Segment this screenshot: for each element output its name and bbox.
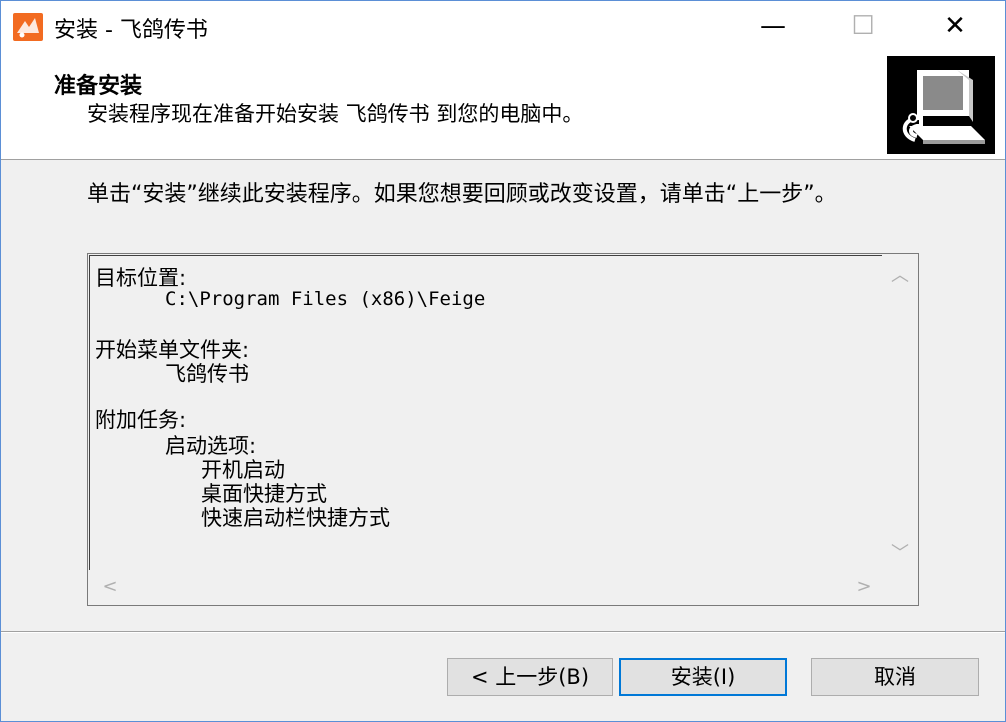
minimize-button[interactable]: — [727, 1, 819, 52]
scroll-up-icon[interactable]: ︿ [883, 259, 917, 293]
horizontal-scrollbar[interactable]: < > [89, 570, 883, 604]
app-icon [13, 13, 43, 41]
back-button[interactable]: < 上一步(B) [447, 658, 613, 696]
installer-window: 安装 - 飞鸽传书 — ☐ ✕ 准备安装 安装程序现在准备开始安装 飞鸽传书 到… [0, 0, 1006, 722]
footer-divider [1, 631, 1005, 633]
scroll-left-icon[interactable]: < [93, 570, 127, 604]
start-menu-value: 飞鸽传书 [165, 362, 249, 386]
memo-content: 目标位置: C:\Program Files (x86)\Feige 开始菜单文… [89, 255, 882, 571]
task-item: 快速启动栏快捷方式 [201, 506, 390, 530]
setup-computer-icon [887, 56, 995, 154]
ready-memo[interactable]: 目标位置: C:\Program Files (x86)\Feige 开始菜单文… [87, 253, 919, 606]
page-title: 准备安装 [54, 74, 143, 99]
destination-value: C:\Program Files (x86)\Feige [165, 288, 486, 310]
instruction-text: 单击“安装”继续此安装程序。如果您想要回顾或改变设置，请单击“上一步”。 [87, 182, 837, 207]
vertical-scrollbar[interactable]: ︿ ﹀ [883, 255, 917, 571]
scroll-down-icon[interactable]: ﹀ [883, 537, 917, 571]
cancel-button[interactable]: 取消 [811, 658, 979, 696]
scrollbar-corner [883, 570, 917, 604]
close-button[interactable]: ✕ [909, 1, 1001, 52]
title-bar[interactable]: 安装 - 飞鸽传书 — ☐ ✕ [1, 1, 1005, 52]
scroll-right-icon[interactable]: > [847, 570, 881, 604]
install-button[interactable]: 安装(I) [619, 658, 787, 696]
window-title: 安装 - 飞鸽传书 [54, 18, 208, 43]
maximize-button[interactable]: ☐ [817, 1, 909, 52]
page-subtitle: 安装程序现在准备开始安装 飞鸽传书 到您的电脑中。 [87, 102, 584, 126]
header-panel: 准备安装 安装程序现在准备开始安装 飞鸽传书 到您的电脑中。 [1, 52, 1005, 160]
